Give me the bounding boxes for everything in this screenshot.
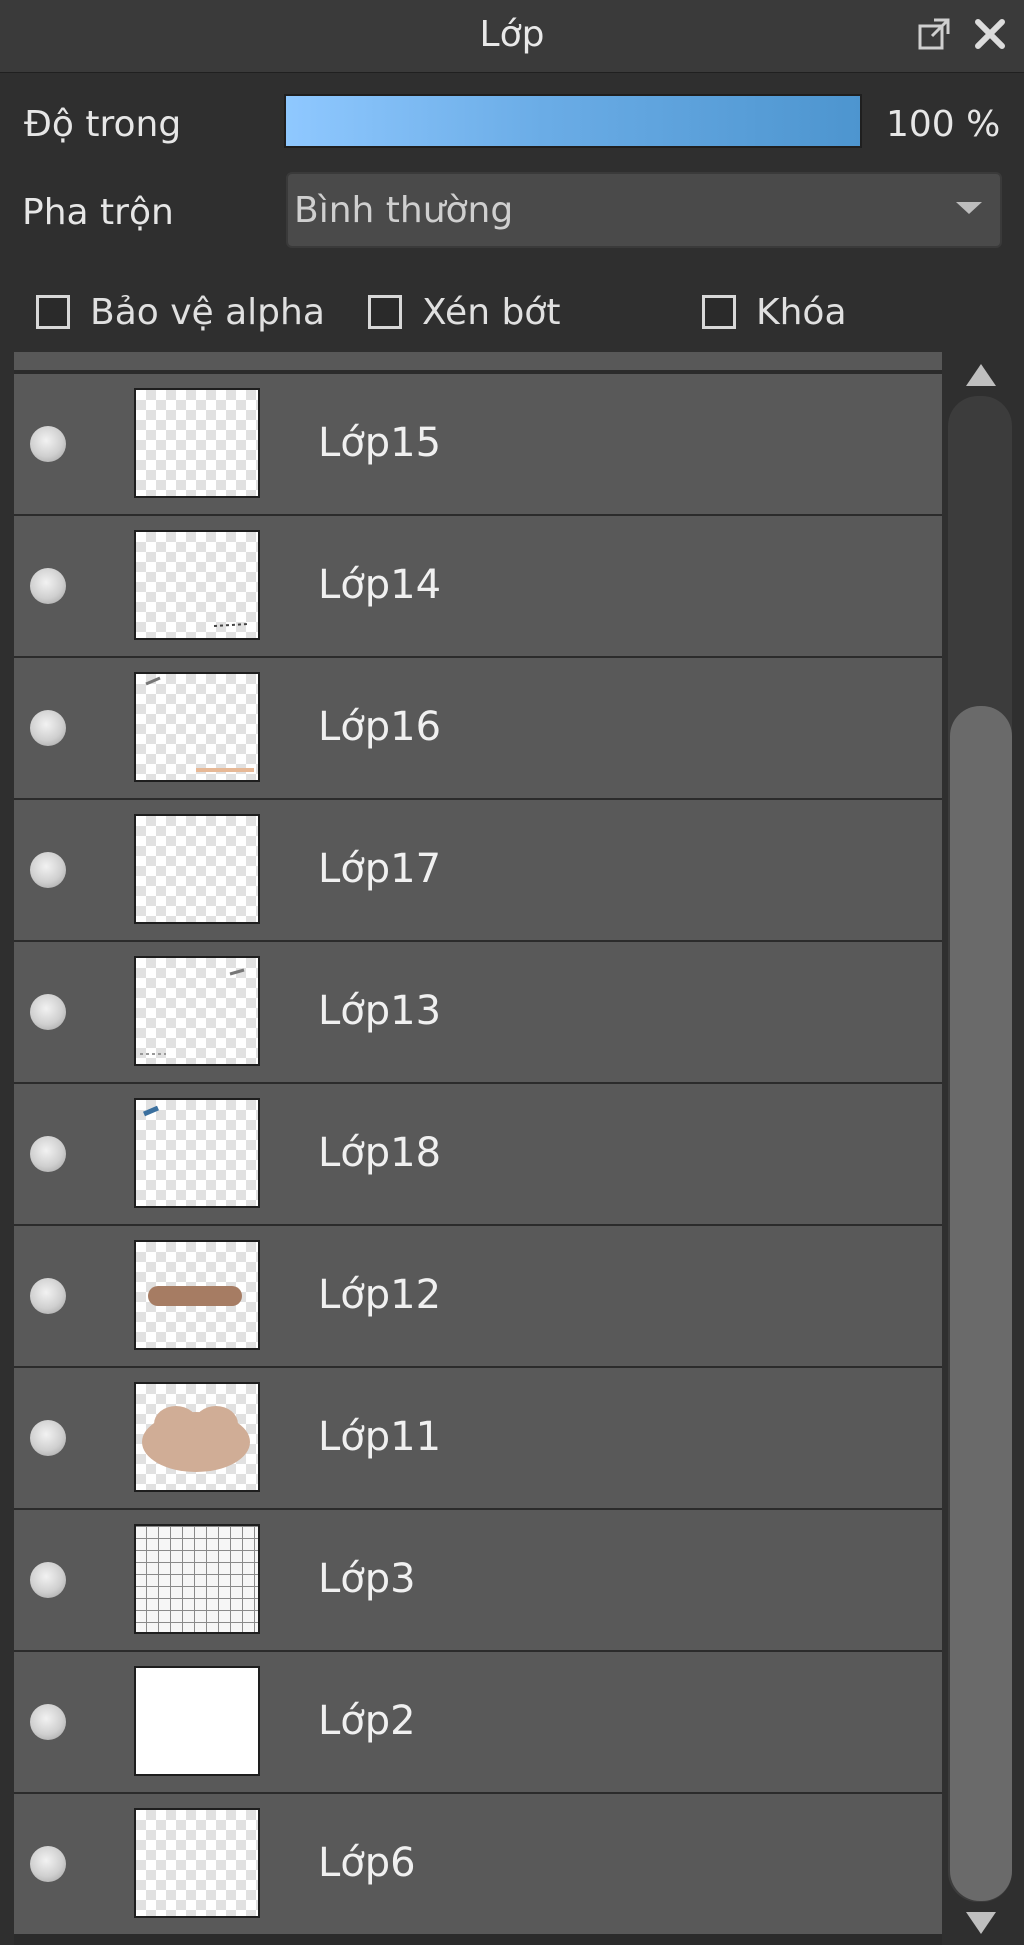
- visibility-icon[interactable]: [30, 1278, 66, 1314]
- scroll-up-icon[interactable]: [966, 364, 996, 386]
- panel-titlebar: Lớp: [0, 0, 1024, 73]
- layer-thumbnail: [134, 1382, 260, 1492]
- layer-thumbnail: [134, 1524, 260, 1634]
- layer-row[interactable]: Lớp2: [14, 1652, 942, 1792]
- layer-row[interactable]: Lớp13: [14, 942, 942, 1082]
- layer-name: Lớp18: [318, 1130, 442, 1176]
- scroll-thumb[interactable]: [950, 706, 1012, 1901]
- layer-thumbnail: [134, 1240, 260, 1350]
- visibility-icon[interactable]: [30, 1136, 66, 1172]
- blend-mode-select[interactable]: Bình thường: [286, 172, 1002, 248]
- layer-name: Lớp16: [318, 704, 442, 750]
- lock-checkbox[interactable]: Khóa: [702, 288, 847, 336]
- layer-thumbnail: [134, 672, 260, 782]
- layer-name: Lớp3: [318, 1556, 416, 1602]
- layer-row[interactable]: Lớp3: [14, 1510, 942, 1650]
- clipping-checkbox[interactable]: Xén bớt: [368, 288, 560, 336]
- layer-row[interactable]: Lớp16: [14, 658, 942, 798]
- checkbox-box[interactable]: [36, 295, 70, 329]
- layer-row[interactable]: Lớp12: [14, 1226, 942, 1366]
- layer-row[interactable]: Lớp17: [14, 800, 942, 940]
- chevron-down-icon: [956, 202, 982, 214]
- visibility-icon[interactable]: [30, 994, 66, 1030]
- layer-thumbnail: [134, 1666, 260, 1776]
- layer-row[interactable]: Lớp15: [14, 374, 942, 514]
- layer-row[interactable]: Lớp14: [14, 516, 942, 656]
- clipping-label: Xén bớt: [422, 291, 561, 333]
- visibility-icon[interactable]: [30, 852, 66, 888]
- visibility-icon[interactable]: [30, 1420, 66, 1456]
- checkbox-box[interactable]: [368, 295, 402, 329]
- lock-label: Khóa: [756, 291, 847, 333]
- layer-name: Lớp12: [318, 1272, 442, 1318]
- layer-row[interactable]: Lớp18: [14, 1084, 942, 1224]
- layer-name: Lớp2: [318, 1698, 416, 1744]
- layer-list[interactable]: Lớp15 Lớp14 Lớp16 Lớp17 Lớp13 Lớp18 Lớp1…: [14, 352, 942, 1945]
- alpha-protect-checkbox[interactable]: Bảo vệ alpha: [36, 288, 325, 336]
- visibility-icon[interactable]: [30, 710, 66, 746]
- layer-thumbnail: [134, 1098, 260, 1208]
- popout-icon[interactable]: [910, 10, 958, 58]
- close-icon[interactable]: [966, 10, 1014, 58]
- layer-name: Lớp17: [318, 846, 442, 892]
- alpha-protect-label: Bảo vệ alpha: [90, 291, 325, 333]
- layer-row[interactable]: Lớp6: [14, 1794, 942, 1934]
- layer-thumbnail: [134, 814, 260, 924]
- layer-name: Lớp15: [318, 420, 442, 466]
- layer-thumbnail: [134, 956, 260, 1066]
- layer-name: Lớp14: [318, 562, 442, 608]
- layer-row-partial[interactable]: [14, 352, 942, 372]
- visibility-icon[interactable]: [30, 1562, 66, 1598]
- opacity-value: 100 %: [886, 104, 1001, 145]
- visibility-icon[interactable]: [30, 1704, 66, 1740]
- opacity-slider[interactable]: [284, 94, 862, 148]
- layer-thumbnail: [134, 1808, 260, 1918]
- visibility-icon[interactable]: [30, 426, 66, 462]
- panel-title: Lớp: [479, 14, 545, 55]
- blend-mode-label: Pha trộn: [22, 192, 174, 233]
- layer-thumbnail: [134, 530, 260, 640]
- layer-name: Lớp6: [318, 1840, 416, 1886]
- layer-name: Lớp13: [318, 988, 442, 1034]
- checkbox-box[interactable]: [702, 295, 736, 329]
- layer-thumbnail: [134, 388, 260, 498]
- opacity-label: Độ trong: [24, 104, 182, 145]
- scroll-down-icon[interactable]: [966, 1912, 996, 1934]
- layer-name: Lớp11: [318, 1414, 442, 1460]
- layer-list-scrollbar[interactable]: [946, 352, 1016, 1945]
- visibility-icon[interactable]: [30, 1846, 66, 1882]
- visibility-icon[interactable]: [30, 568, 66, 604]
- layer-row[interactable]: Lớp11: [14, 1368, 942, 1508]
- blend-mode-value: Bình thường: [294, 190, 514, 231]
